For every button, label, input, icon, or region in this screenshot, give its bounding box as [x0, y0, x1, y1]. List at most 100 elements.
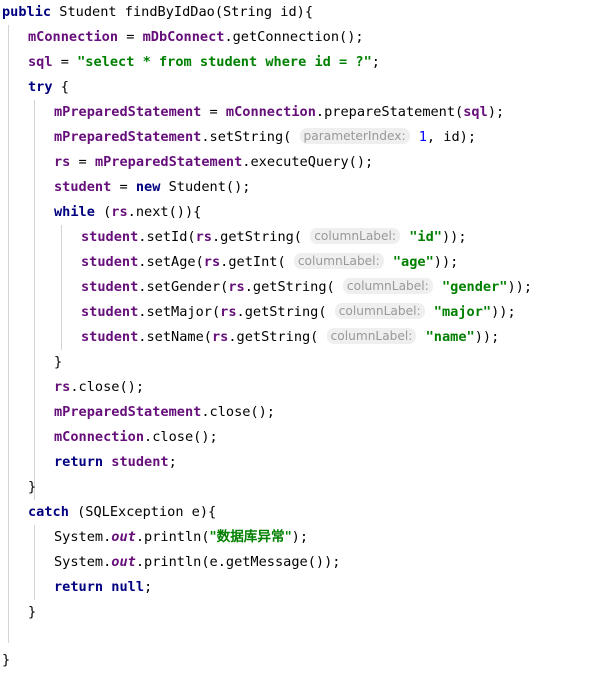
code-line[interactable]: }: [0, 350, 62, 375]
code-token: 1: [418, 129, 427, 145]
code-token: ));: [507, 279, 533, 295]
code-token: String: [223, 4, 273, 20]
inline-parameter-hint: columnLabel:: [342, 278, 433, 294]
code-token: ;: [371, 54, 380, 70]
inline-parameter-hint: columnLabel:: [293, 253, 384, 269]
code-token: =: [70, 154, 95, 170]
code-token: return: [54, 579, 104, 595]
code-editor-viewport[interactable]: public Student findByIdDao(String id){mC…: [0, 0, 616, 674]
code-line[interactable]: try {: [0, 75, 69, 100]
code-token: );: [487, 104, 505, 120]
inline-parameter-hint: columnLabel:: [310, 228, 401, 244]
code-token: student: [111, 454, 169, 470]
code-token: mConnection: [54, 429, 145, 445]
code-line[interactable]: student.setGender(rs.getString( columnLa…: [0, 275, 532, 300]
code-line[interactable]: catch (SQLException e){: [0, 500, 216, 525]
code-line[interactable]: while (rs.next()){: [0, 200, 201, 225]
code-line[interactable]: student = new Student();: [0, 175, 250, 200]
code-token: ));: [491, 304, 516, 320]
code-token: ){: [296, 4, 314, 20]
code-token: rs: [54, 154, 71, 170]
code-token: rs: [203, 254, 221, 270]
code-token: }: [2, 652, 11, 668]
code-token: .getString(: [228, 329, 319, 345]
code-token: ));: [441, 229, 467, 245]
code-token: student: [81, 229, 139, 245]
code-line[interactable]: mConnection.close();: [0, 425, 218, 450]
code-line[interactable]: mPreparedStatement = mConnection.prepare…: [0, 100, 504, 125]
code-token: rs: [228, 279, 245, 295]
code-token: .prepareStatement(: [315, 104, 464, 120]
code-token: ;: [168, 454, 177, 470]
code-token: .getInt(: [220, 254, 286, 270]
code-token: .executeQuery();: [242, 154, 374, 170]
code-line[interactable]: sql = "select * from student where id = …: [0, 50, 380, 75]
code-token: .getString(: [236, 304, 327, 320]
code-token: .setId(: [138, 229, 196, 245]
code-token: id: [280, 4, 297, 20]
code-token: student: [81, 304, 139, 320]
code-token: "age": [392, 254, 434, 270]
inline-parameter-hint: parameterIndex:: [299, 128, 410, 144]
code-line[interactable]: }: [0, 475, 36, 500]
code-line[interactable]: public Student findByIdDao(String id){: [0, 0, 313, 25]
code-line[interactable]: }: [0, 648, 10, 673]
code-line[interactable]: System.out.println(e.getMessage());: [0, 550, 340, 575]
code-token: public: [2, 4, 52, 20]
code-token: out: [111, 529, 136, 545]
code-token: rs: [195, 229, 212, 245]
code-token: "id": [409, 229, 442, 245]
code-line[interactable]: mPreparedStatement.close();: [0, 400, 275, 425]
code-line[interactable]: student.setId(rs.getString( columnLabel:…: [0, 225, 467, 250]
code-line[interactable]: mConnection = mDbConnect.getConnection()…: [0, 25, 364, 50]
code-token: rs: [111, 204, 128, 220]
code-line[interactable]: rs.close();: [0, 375, 144, 400]
code-token: student: [81, 329, 139, 345]
code-token: .next()){: [127, 204, 202, 220]
code-token: new: [135, 179, 161, 195]
code-line[interactable]: return student;: [0, 450, 177, 475]
code-token: (: [94, 204, 112, 220]
code-token: }: [54, 354, 63, 370]
code-line[interactable]: student.setAge(rs.getInt( columnLabel: "…: [0, 250, 458, 275]
code-token: rs: [54, 379, 71, 395]
code-token: {: [52, 79, 69, 95]
code-token: .setName(: [138, 329, 212, 345]
code-token: student: [81, 254, 139, 270]
code-token: .getString(: [211, 229, 302, 245]
code-token: catch: [28, 504, 69, 520]
code-line[interactable]: System.out.println("数据库异常");: [0, 525, 308, 550]
code-token: rs: [211, 329, 229, 345]
code-token: .getConnection();: [224, 29, 364, 45]
code-line[interactable]: rs = mPreparedStatement.executeQuery();: [0, 150, 373, 175]
code-token: "gender": [441, 279, 508, 295]
code-token: (: [214, 4, 223, 20]
code-token: mConnection: [28, 29, 119, 45]
code-token: =: [111, 179, 136, 195]
code-token: ;: [144, 579, 153, 595]
code-token: mPreparedStatement: [94, 154, 243, 170]
code-token: null: [111, 579, 145, 595]
code-token: mPreparedStatement: [54, 404, 202, 420]
code-token: sql: [463, 104, 488, 120]
code-line[interactable]: return null;: [0, 575, 152, 600]
code-line[interactable]: }: [0, 600, 36, 625]
code-line[interactable]: student.setName(rs.getString( columnLabe…: [0, 325, 499, 350]
code-token: .close();: [201, 404, 275, 420]
inline-parameter-hint: columnLabel:: [334, 303, 425, 319]
code-token: }: [28, 604, 37, 620]
code-line[interactable]: mPreparedStatement.setString( parameterI…: [0, 125, 476, 150]
code-token: while: [54, 204, 95, 220]
code-line[interactable]: [0, 625, 10, 650]
code-token: ));: [433, 254, 459, 270]
code-line[interactable]: student.setMajor(rs.getString( columnLab…: [0, 300, 516, 325]
